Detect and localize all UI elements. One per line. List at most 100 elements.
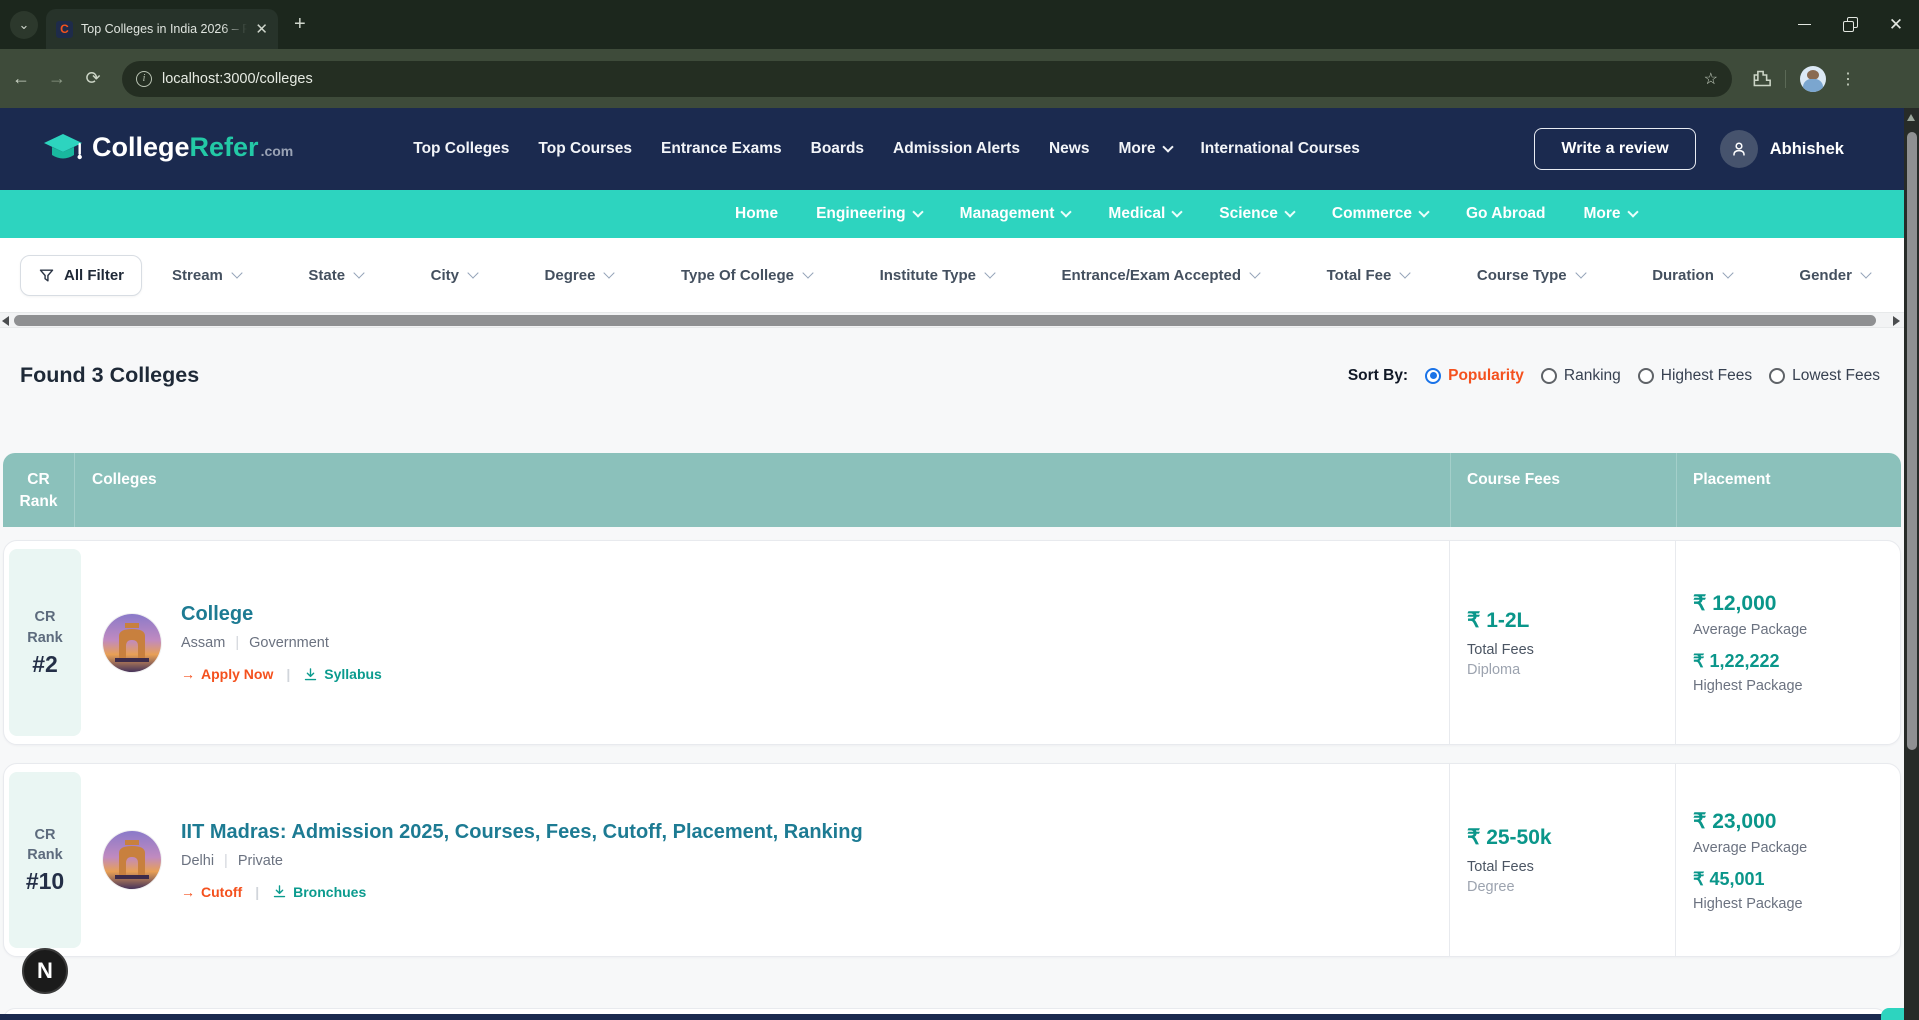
rank-strip: CR Rank #2 [9,549,81,736]
chevron-down-icon [604,267,615,278]
nav-admission-alerts[interactable]: Admission Alerts [893,140,1020,158]
divider: | [224,853,228,869]
scroll-right-icon[interactable] [1893,316,1900,326]
url-text[interactable]: localhost:3000/colleges [162,71,1694,87]
fee-type: Diploma [1467,662,1675,678]
nav-news[interactable]: News [1049,140,1090,158]
radio-icon[interactable] [1769,368,1785,384]
new-tab-button[interactable]: + [294,13,306,36]
brochure-link[interactable]: Bronchues [272,884,366,900]
college-name[interactable]: College [181,603,382,626]
toolbar-divider [1785,70,1786,88]
scroll-up-icon[interactable] [1907,114,1915,121]
chevron-down-icon [912,206,923,217]
filter-type-of-college[interactable]: Type Of College [681,267,812,284]
sort-option-ranking[interactable]: Ranking [1541,367,1621,385]
syllabus-link[interactable]: Syllabus [303,666,382,682]
subnav-medical[interactable]: Medical [1108,205,1181,223]
filter-institute-type[interactable]: Institute Type [880,267,994,284]
menu-dots-icon[interactable]: ⋮ [1840,69,1857,89]
apply-now-link[interactable]: →Apply Now [181,666,273,682]
fee-type: Degree [1467,879,1675,895]
highest-package-label: Highest Package [1693,678,1900,694]
nav-top-courses[interactable]: Top Courses [538,140,632,158]
filter-duration[interactable]: Duration [1652,267,1732,284]
radio-selected-icon[interactable] [1425,368,1441,384]
write-review-button[interactable]: Write a review [1534,128,1695,170]
subnav-engineering[interactable]: Engineering [816,205,922,223]
filter-dropdowns: Stream State City Degree Type Of College… [172,267,1870,284]
results-bar: Found 3 Colleges Sort By: Popularity Ran… [20,363,1880,388]
tab-title: Top Colleges in India 2026 – Ra [81,22,247,36]
nav-international-courses[interactable]: International Courses [1201,140,1360,158]
subnav-management[interactable]: Management [960,205,1071,223]
college-card[interactable]: CR Rank #10 IIT Madras: Admission 2025, … [3,763,1901,957]
nav-boards[interactable]: Boards [811,140,864,158]
filter-entrance-exam[interactable]: Entrance/Exam Accepted [1062,267,1260,284]
college-main: College Assam | Government →Apply Now | … [81,541,1449,744]
vertical-scrollbar[interactable] [1904,108,1919,1020]
subnav-commerce[interactable]: Commerce [1332,205,1428,223]
average-package-value: ₹ 12,000 [1693,591,1900,616]
filter-total-fee[interactable]: Total Fee [1327,267,1410,284]
filter-stream[interactable]: Stream [172,267,241,284]
college-links: →Cutoff | Bronchues [181,884,863,900]
tab-search-button[interactable]: ⌄ [10,11,38,39]
rank-value: #10 [26,868,64,895]
site-info-icon[interactable]: i [136,71,152,87]
rank-label: Rank [27,845,62,865]
nav-more[interactable]: More [1118,140,1171,158]
minimize-icon [1798,24,1811,26]
filter-city[interactable]: City [431,267,477,284]
vertical-scrollbar-thumb[interactable] [1907,132,1917,750]
reload-button[interactable]: ⟳ [78,68,108,89]
results-count-heading: Found 3 Colleges [20,363,199,388]
subnav-science[interactable]: Science [1219,205,1294,223]
profile-avatar[interactable] [1800,66,1826,92]
subnav-go-abroad[interactable]: Go Abroad [1466,205,1546,223]
subnav-home[interactable]: Home [735,205,778,223]
horizontal-scrollbar[interactable] [0,312,1904,328]
back-button[interactable]: ← [6,68,36,89]
college-ownership: Private [238,853,283,869]
rank-value: #2 [32,651,58,678]
browser-tab[interactable]: C Top Colleges in India 2026 – Ra ✕ [46,9,278,49]
college-card[interactable]: CR Rank #2 College Assam [3,540,1901,745]
user-chip[interactable]: Abhishek [1720,130,1844,168]
all-filter-button[interactable]: All Filter [20,255,142,296]
sort-option-popularity[interactable]: Popularity [1425,367,1524,385]
divider: | [255,884,259,900]
scroll-left-icon[interactable] [2,316,9,326]
filter-degree[interactable]: Degree [545,267,614,284]
tab-close-icon[interactable]: ✕ [255,22,268,37]
subnav-more[interactable]: More [1584,205,1637,223]
filter-state[interactable]: State [308,267,363,284]
highest-package-value: ₹ 1,22,222 [1693,651,1900,672]
sort-option-lowest-fees[interactable]: Lowest Fees [1769,367,1880,385]
nextjs-dev-badge[interactable]: N [22,948,68,994]
bookmark-star-icon[interactable]: ☆ [1704,69,1718,89]
chevron-down-icon [984,267,995,278]
forward-button[interactable]: → [42,68,72,89]
filter-gender[interactable]: Gender [1799,267,1870,284]
restore-button[interactable] [1827,0,1873,49]
rank-label: Rank [27,628,62,648]
horizontal-scrollbar-thumb[interactable] [14,315,1876,326]
minimize-button[interactable] [1781,0,1827,49]
filter-course-type[interactable]: Course Type [1477,267,1585,284]
close-button[interactable]: ✕ [1873,0,1919,49]
browser-toolbar: ← → ⟳ i localhost:3000/colleges ☆ ⋮ [0,49,1919,108]
address-bar[interactable]: i localhost:3000/colleges ☆ [122,61,1732,97]
radio-icon[interactable] [1638,368,1654,384]
nav-top-colleges[interactable]: Top Colleges [413,140,509,158]
chevron-down-icon [1172,206,1183,217]
nav-entrance-exams[interactable]: Entrance Exams [661,140,782,158]
site-logo[interactable]: CollegeRefer.com [42,132,293,166]
college-name[interactable]: IIT Madras: Admission 2025, Courses, Fee… [181,821,863,844]
extensions-icon[interactable] [1750,68,1771,89]
cutoff-link[interactable]: →Cutoff [181,884,242,900]
filter-bar: All Filter Stream State City Degree Type… [0,238,1904,312]
fee-range: ₹ 25-50k [1467,825,1675,850]
sort-option-highest-fees[interactable]: Highest Fees [1638,367,1752,385]
radio-icon[interactable] [1541,368,1557,384]
